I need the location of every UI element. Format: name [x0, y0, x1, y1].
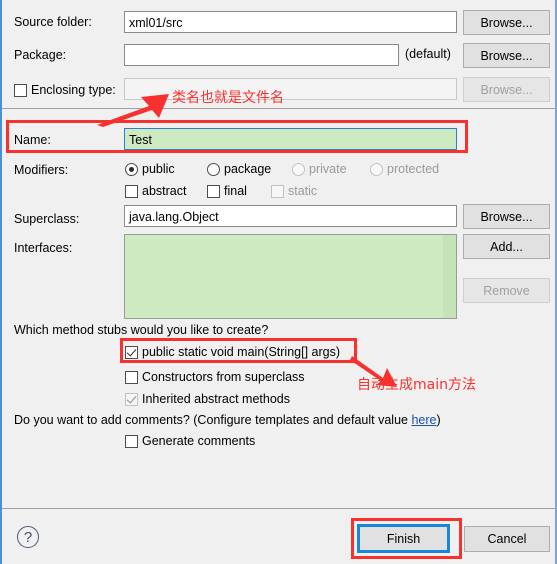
name-input[interactable]: Test — [124, 128, 457, 150]
package-row: Package: — [14, 43, 66, 67]
package-radio-label: package — [224, 161, 272, 176]
interfaces-list[interactable] — [124, 234, 457, 319]
method-stubs-question: Which method stubs would you like to cre… — [14, 323, 269, 337]
enclosing-type-label: Enclosing type: — [31, 82, 116, 97]
stub-checkbox-inherited: Inherited abstract methods — [125, 390, 290, 408]
source-folder-row: Source folder: — [14, 10, 92, 34]
package-browse-button[interactable]: Browse... — [463, 43, 550, 68]
modifier-radio-public[interactable]: public — [125, 160, 175, 178]
generate-comments-label: Generate comments — [142, 433, 256, 448]
enclosing-type-browse-button: Browse... — [463, 77, 550, 102]
source-folder-label: Source folder: — [14, 14, 92, 29]
modifier-checkbox-abstract[interactable]: abstract — [125, 182, 186, 200]
help-icon[interactable]: ? — [17, 526, 39, 548]
stub-checkbox-constructors[interactable]: Constructors from superclass — [125, 368, 305, 386]
modifier-checkbox-final[interactable]: final — [207, 182, 247, 200]
main-method-checkbox-label: public static void main(String[] args) — [142, 344, 340, 359]
annotation-text-main-method: 自动生成main方法 — [357, 377, 476, 393]
constructors-checkbox-control[interactable] — [125, 370, 138, 384]
separator-top — [2, 108, 555, 109]
package-label: Package: — [14, 47, 67, 62]
comments-question-prefix: Do you want to add comments? (Configure … — [14, 413, 412, 427]
modifier-radio-package[interactable]: package — [207, 160, 271, 178]
name-row: Name: — [14, 128, 51, 152]
private-radio-control — [292, 162, 305, 176]
main-method-checkbox-control[interactable] — [125, 345, 138, 359]
generate-comments-checkbox-control[interactable] — [125, 434, 138, 448]
constructors-checkbox-label: Constructors from superclass — [142, 369, 305, 384]
cancel-button[interactable]: Cancel — [464, 526, 550, 552]
finish-button[interactable]: Finish — [357, 524, 450, 553]
public-radio-label: public — [142, 161, 175, 176]
package-radio-control[interactable] — [207, 162, 220, 176]
protected-radio-label: protected — [387, 161, 440, 176]
interfaces-row: Interfaces: — [14, 236, 72, 260]
configure-templates-link[interactable]: here — [411, 413, 436, 427]
interfaces-label: Interfaces: — [14, 240, 73, 255]
final-checkbox-control[interactable] — [207, 184, 220, 198]
name-label: Name: — [14, 132, 51, 147]
package-default-label: (default) — [405, 47, 451, 61]
superclass-label: Superclass: — [14, 211, 80, 226]
modifier-radio-protected: protected — [370, 160, 439, 178]
stub-checkbox-main[interactable]: public static void main(String[] args) — [125, 343, 340, 361]
modifier-checkbox-static: static — [271, 182, 317, 200]
comments-question: Do you want to add comments? (Configure … — [14, 414, 441, 427]
package-input[interactable] — [124, 44, 399, 66]
interfaces-remove-button: Remove — [463, 278, 550, 303]
abstract-checkbox-label: abstract — [142, 183, 187, 198]
abstract-checkbox-control[interactable] — [125, 184, 138, 198]
static-checkbox-label: static — [288, 183, 318, 198]
superclass-row: Superclass: — [14, 207, 79, 231]
source-folder-input[interactable]: xml01/src — [124, 11, 457, 33]
superclass-browse-button[interactable]: Browse... — [463, 204, 550, 229]
comments-question-suffix: ) — [436, 413, 441, 427]
separator-bottom — [2, 508, 555, 509]
inherited-checkbox-control — [125, 392, 138, 406]
protected-radio-control — [370, 162, 383, 176]
modifier-radio-private: private — [292, 160, 347, 178]
final-checkbox-label: final — [224, 183, 247, 198]
generate-comments-checkbox[interactable]: Generate comments — [125, 432, 255, 450]
public-radio-control[interactable] — [125, 162, 138, 176]
source-folder-browse-button[interactable]: Browse... — [463, 10, 550, 35]
static-checkbox-control — [271, 184, 284, 198]
superclass-input[interactable]: java.lang.Object — [124, 205, 457, 227]
inherited-checkbox-label: Inherited abstract methods — [142, 391, 290, 406]
modifiers-label: Modifiers: — [14, 162, 69, 177]
enclosing-type-checkbox-box[interactable] — [14, 83, 27, 97]
enclosing-type-checkbox[interactable]: Enclosing type: — [14, 81, 116, 99]
modifiers-row: Modifiers: — [14, 158, 68, 182]
private-radio-label: private — [309, 161, 347, 176]
new-java-class-dialog: Source folder: xml01/src Browse... Packa… — [0, 0, 557, 564]
interfaces-scrollbar[interactable] — [443, 235, 456, 318]
annotation-text-class-name: 类名也就是文件名 — [172, 90, 284, 106]
interfaces-add-button[interactable]: Add... — [463, 234, 550, 259]
